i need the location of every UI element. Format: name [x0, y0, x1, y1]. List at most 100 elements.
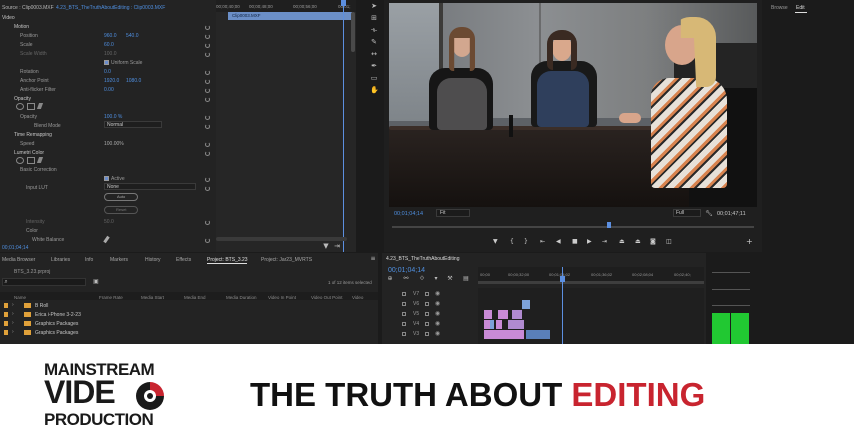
col-name[interactable]: Name	[14, 295, 26, 300]
lock-icon[interactable]	[402, 322, 406, 326]
sync-lock-icon[interactable]	[425, 322, 429, 326]
timeline-clip[interactable]	[498, 310, 508, 319]
track-header[interactable]	[384, 300, 478, 309]
col-video-in[interactable]: Video In Point	[268, 295, 296, 300]
expand-arrow-icon[interactable]: ›	[12, 321, 14, 326]
effect-controls-mini-timeline[interactable]: 00;00;40;00 00;00;48;00 00;00;56;00 00;0…	[216, 0, 356, 252]
snap-icon[interactable]: ⊕	[386, 275, 394, 282]
extract-icon[interactable]: ⏏	[635, 239, 641, 245]
expand-arrow-icon[interactable]: ›	[12, 330, 14, 335]
sequence-label[interactable]: 4.23_BTS_TheTruthAboutEditing : Clip0003…	[56, 6, 165, 11]
lock-icon[interactable]	[402, 332, 406, 336]
program-scrubber[interactable]	[392, 226, 754, 228]
col-media-end[interactable]: Media End	[184, 295, 206, 300]
reset-icon[interactable]	[205, 70, 210, 75]
lock-icon[interactable]	[402, 312, 406, 316]
speed-value[interactable]: 100.00%	[104, 142, 124, 147]
col-media-start[interactable]: Media Start	[141, 295, 164, 300]
timeline-clip[interactable]	[512, 310, 522, 319]
lumetri-pen-icon[interactable]	[36, 157, 44, 163]
pen-icon[interactable]	[36, 103, 44, 109]
source-label[interactable]: Source : Clip0003.MXF	[2, 6, 54, 11]
eye-icon[interactable]: ◉	[435, 321, 440, 327]
tab-info[interactable]: Info	[85, 257, 93, 263]
label-color-swatch[interactable]	[4, 330, 8, 335]
go-to-out-icon[interactable]: ⇥	[602, 239, 607, 245]
track-header[interactable]	[384, 290, 478, 299]
comparison-view-icon[interactable]: ◫	[666, 239, 672, 245]
opacity-value[interactable]: 100.0 %	[104, 115, 122, 120]
reset-icon[interactable]	[205, 177, 210, 182]
slip-icon[interactable]: ↔	[370, 51, 378, 58]
linked-selection-icon[interactable]: ⚯	[402, 275, 410, 282]
timeline-clip[interactable]	[484, 310, 492, 319]
sync-lock-icon[interactable]	[425, 312, 429, 316]
reset-icon[interactable]	[205, 43, 210, 48]
expand-arrow-icon[interactable]: ›	[12, 312, 14, 317]
position-x[interactable]: 960.0	[104, 34, 117, 39]
bin-row[interactable]	[0, 301, 378, 310]
timeline-timecode[interactable]: 00;01;04;14	[388, 267, 425, 274]
mini-vscrollbar[interactable]	[351, 12, 355, 52]
mark-in-icon[interactable]: {	[510, 239, 514, 245]
timeline-clip[interactable]	[526, 330, 550, 339]
bin-name[interactable]: Graphics Packages	[35, 322, 78, 327]
tab-edit[interactable]: Edit	[796, 6, 805, 11]
basic-correction[interactable]: Basic Correction	[20, 168, 57, 173]
track-label[interactable]: V4	[413, 322, 419, 327]
reset-icon[interactable]	[205, 34, 210, 39]
lock-icon[interactable]	[402, 302, 406, 306]
timeline-clip[interactable]	[490, 320, 494, 329]
col-video-out[interactable]: Video Out Point	[311, 295, 342, 300]
lumetri-mask-ellipse-icon[interactable]	[16, 157, 24, 164]
label-color-swatch[interactable]	[4, 303, 8, 308]
fx-motion[interactable]: Motion	[14, 25, 29, 30]
step-back-icon[interactable]: ◀	[556, 239, 561, 245]
reset-icon[interactable]	[205, 88, 210, 93]
tab-media-browser[interactable]: Media Browser	[2, 257, 35, 263]
eyedropper-icon[interactable]	[103, 235, 110, 244]
position-y[interactable]: 540.0	[126, 34, 139, 39]
mask-ellipse-icon[interactable]	[16, 103, 24, 110]
timeline-marker-icon[interactable]: ▾	[432, 275, 440, 282]
add-marker-icon[interactable]: ▼	[493, 239, 498, 245]
project-search-input[interactable]	[2, 278, 86, 286]
scale-value[interactable]: 60.0	[104, 43, 114, 48]
sync-lock-icon[interactable]	[425, 332, 429, 336]
uniform-scale-checkbox[interactable]	[104, 60, 109, 65]
export-frame-icon[interactable]: ◙	[650, 239, 656, 245]
anchor-x[interactable]: 1920.0	[104, 79, 119, 84]
reset-icon[interactable]	[205, 238, 210, 243]
bin-name[interactable]: Erica i-Phone 3-2-23	[35, 313, 81, 318]
antiflicker-value[interactable]: 0.00	[104, 88, 114, 93]
tab-effects[interactable]: Effects	[176, 257, 191, 263]
tab-project-jar[interactable]: Project: Jar23_MVRTS	[261, 257, 312, 263]
label-color-swatch[interactable]	[4, 312, 8, 317]
ripple-edit-icon[interactable]: ⟛	[370, 27, 378, 34]
reset-icon[interactable]	[205, 186, 210, 191]
play-icon[interactable]: ■	[572, 239, 578, 245]
tab-history[interactable]: History	[145, 257, 161, 263]
timeline-clip[interactable]	[484, 330, 524, 339]
step-forward-icon[interactable]: ▶	[587, 239, 592, 245]
hand-tool-icon[interactable]: ✋	[370, 87, 379, 94]
label-color-swatch[interactable]	[4, 321, 8, 326]
fx-time-remapping[interactable]: Time Remapping	[14, 133, 52, 138]
playhead-handle[interactable]	[341, 0, 346, 6]
reset-icon[interactable]	[205, 124, 210, 129]
tab-libraries[interactable]: Libraries	[51, 257, 70, 263]
export-icon[interactable]: ⇥	[333, 243, 341, 250]
track-label[interactable]: V5	[413, 312, 419, 317]
reset-icon[interactable]	[205, 52, 210, 57]
mark-out-icon[interactable]: }	[524, 239, 528, 245]
track-select-icon[interactable]: ⊞	[370, 15, 378, 22]
program-playhead[interactable]	[607, 222, 611, 228]
eye-icon[interactable]: ◉	[435, 291, 440, 297]
col-video[interactable]: Video	[352, 295, 363, 300]
eye-icon[interactable]: ◉	[435, 311, 440, 317]
track-header[interactable]	[384, 310, 478, 319]
timeline-clip[interactable]	[508, 320, 524, 329]
sync-lock-icon[interactable]	[425, 292, 429, 296]
new-bin-icon[interactable]: ▣	[92, 278, 100, 285]
pen-tool-icon[interactable]: ✒	[370, 63, 378, 70]
